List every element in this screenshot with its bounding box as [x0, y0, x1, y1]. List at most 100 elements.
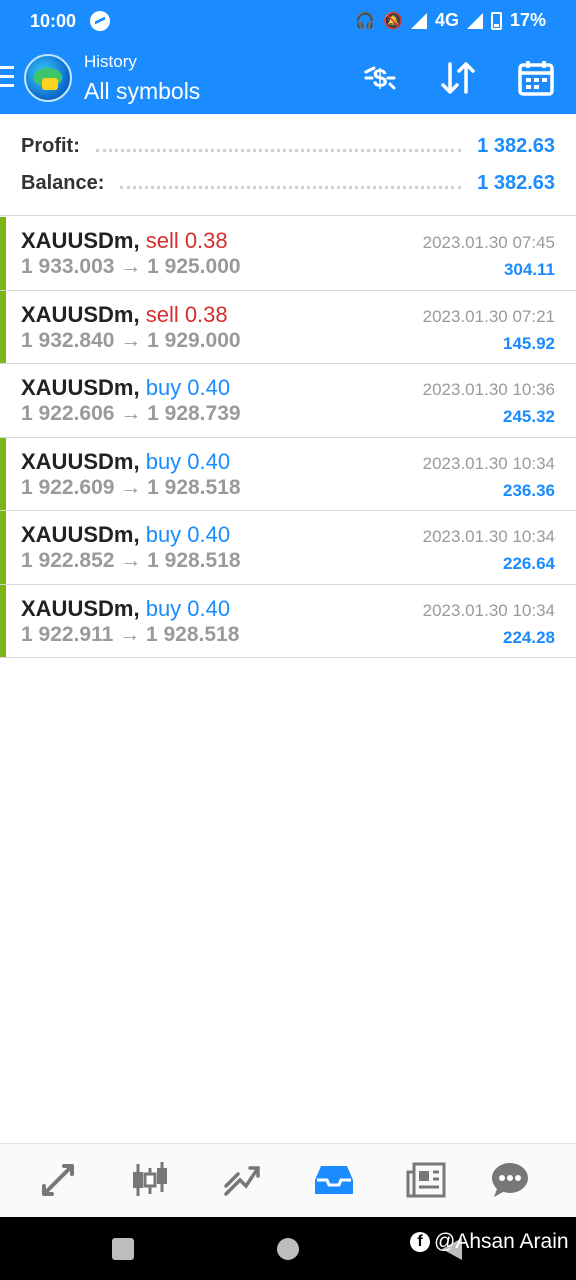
arrow-right-icon: → — [119, 622, 146, 646]
trade-row[interactable]: XAUUSDm, buy 0.40 1 922.911 → 1 928.518 … — [0, 584, 576, 658]
battery-label: 17% — [509, 10, 546, 30]
sort-icon[interactable] — [438, 58, 478, 98]
trade-prices: 1 922.852 → 1 928.518 — [21, 549, 241, 573]
calendar-icon[interactable] — [516, 58, 556, 98]
headphones-icon: 🎧 — [355, 12, 376, 30]
trade-direction: sell 0.38 — [145, 301, 228, 327]
arrow-right-icon: → — [120, 255, 148, 278]
open-price: 1 922.609 — [21, 475, 115, 499]
trade-prices: 1 922.609 → 1 928.518 — [21, 476, 241, 500]
trade-row[interactable]: XAUUSDm, buy 0.40 1 922.609 → 1 928.518 … — [0, 437, 576, 511]
watermark: f @Ahsan Arain — [410, 1230, 569, 1254]
deposit-icon[interactable]: $ — [360, 58, 400, 98]
open-price: 1 922.852 — [21, 549, 115, 572]
close-price: 1 929.000 — [147, 328, 241, 352]
symbol-name: XAUUSDm, — [21, 375, 140, 400]
trade-time: 2023.01.30 07:45 — [422, 233, 555, 252]
dotted-leader — [95, 148, 462, 152]
trade-profit: 224.28 — [503, 627, 555, 647]
trade-profit: 145.92 — [503, 333, 555, 353]
status-bar: 10:00 🎧 🔕 4G 17% — [0, 0, 576, 42]
profit-row: Profit: 1 382.63 — [21, 131, 555, 161]
trade-direction: buy 0.40 — [145, 448, 231, 474]
signal-2-icon — [466, 12, 483, 29]
trade-time: 2023.01.30 10:34 — [422, 600, 555, 620]
messenger-icon — [90, 11, 110, 31]
chat-icon[interactable] — [488, 1158, 532, 1202]
trade-symbol: XAUUSDm, buy 0.40 — [21, 522, 230, 548]
page-subtitle: History — [84, 52, 137, 71]
trade-profit: 236.36 — [503, 480, 555, 500]
trade-row[interactable]: XAUUSDm, buy 0.40 1 922.606 → 1 928.739 … — [0, 364, 576, 438]
profit-label: Profit: — [21, 134, 80, 157]
close-price: 1 925.000 — [147, 255, 241, 278]
news-icon[interactable] — [404, 1158, 448, 1202]
mute-icon: 🔕 — [383, 12, 403, 30]
network-label: 4G — [434, 10, 459, 30]
dotted-leader — [120, 185, 462, 189]
arrow-right-icon: → — [120, 549, 148, 572]
signal-icon — [410, 12, 427, 29]
close-price: 1 928.739 — [147, 402, 241, 425]
open-price: 1 922.911 — [21, 622, 114, 646]
trade-direction: buy 0.40 — [145, 595, 231, 621]
symbol-name: XAUUSDm, — [21, 301, 140, 327]
symbol-name: XAUUSDm, — [21, 448, 140, 474]
trade-prices: 1 932.840 → 1 929.000 — [21, 329, 241, 353]
trade-direction: buy 0.40 — [145, 375, 231, 400]
bottom-nav — [0, 1143, 576, 1217]
app-bar: History All symbols $ — [0, 42, 576, 114]
trade-symbol: XAUUSDm, sell 0.38 — [21, 228, 228, 254]
open-price: 1 933.003 — [21, 255, 115, 278]
open-price: 1 922.606 — [21, 402, 115, 425]
symbol-filter[interactable]: All symbols — [84, 78, 200, 105]
balance-label: Balance: — [21, 171, 105, 194]
top-bar: 10:00 🎧 🔕 4G 17% History All symbols $ — [0, 0, 576, 114]
trade-list: XAUUSDm, sell 0.38 1 933.003 → 1 925.000… — [0, 217, 576, 658]
open-price: 1 932.840 — [21, 328, 115, 352]
highlight-bar — [0, 290, 6, 363]
trade-row[interactable]: XAUUSDm, sell 0.38 1 933.003 → 1 925.000… — [0, 217, 576, 291]
recents-button[interactable] — [112, 1238, 134, 1260]
home-button[interactable] — [277, 1238, 299, 1260]
profit-value: 1 382.63 — [477, 134, 555, 157]
menu-icon[interactable] — [0, 66, 14, 88]
trade-time: 2023.01.30 10:36 — [422, 380, 555, 399]
trade-icon[interactable] — [220, 1158, 264, 1202]
trade-direction: sell 0.38 — [145, 228, 228, 253]
trade-prices: 1 922.606 → 1 928.739 — [21, 402, 241, 426]
battery-icon — [490, 11, 502, 30]
trade-profit: 245.32 — [503, 407, 555, 426]
trade-prices: 1 922.911 → 1 928.518 — [21, 623, 239, 647]
close-price: 1 928.518 — [147, 549, 241, 572]
facebook-icon: f — [410, 1232, 430, 1252]
metatrader-logo — [24, 54, 72, 102]
trade-profit: 226.64 — [503, 554, 555, 573]
trade-direction: buy 0.40 — [145, 522, 231, 547]
highlight-bar — [0, 217, 6, 290]
trade-symbol: XAUUSDm, sell 0.38 — [21, 302, 228, 328]
trade-time: 2023.01.30 07:21 — [422, 306, 555, 326]
trade-row[interactable]: XAUUSDm, buy 0.40 1 922.852 → 1 928.518 … — [0, 511, 576, 585]
arrow-right-icon: → — [120, 475, 148, 499]
trade-symbol: XAUUSDm, buy 0.40 — [21, 375, 230, 401]
trade-symbol: XAUUSDm, buy 0.40 — [21, 596, 230, 622]
chart-icon[interactable] — [128, 1158, 172, 1202]
trade-time: 2023.01.30 10:34 — [422, 453, 555, 473]
balance-value: 1 382.63 — [477, 171, 555, 194]
highlight-bar — [0, 511, 6, 584]
watermark-text: @Ahsan Arain — [434, 1230, 569, 1253]
symbol-name: XAUUSDm, — [21, 595, 140, 621]
symbol-name: XAUUSDm, — [21, 228, 140, 253]
close-price: 1 928.518 — [147, 475, 241, 499]
highlight-bar — [0, 364, 6, 437]
highlight-bar — [0, 584, 6, 657]
trade-prices: 1 933.003 → 1 925.000 — [21, 255, 241, 279]
trade-time: 2023.01.30 10:34 — [422, 527, 555, 546]
arrow-right-icon: → — [120, 402, 148, 425]
status-time: 10:00 — [30, 11, 77, 31]
balance-row: Balance: 1 382.63 — [21, 168, 555, 198]
trade-row[interactable]: XAUUSDm, sell 0.38 1 932.840 → 1 929.000… — [0, 290, 576, 364]
history-icon[interactable] — [312, 1158, 356, 1202]
quotes-icon[interactable] — [36, 1158, 80, 1202]
